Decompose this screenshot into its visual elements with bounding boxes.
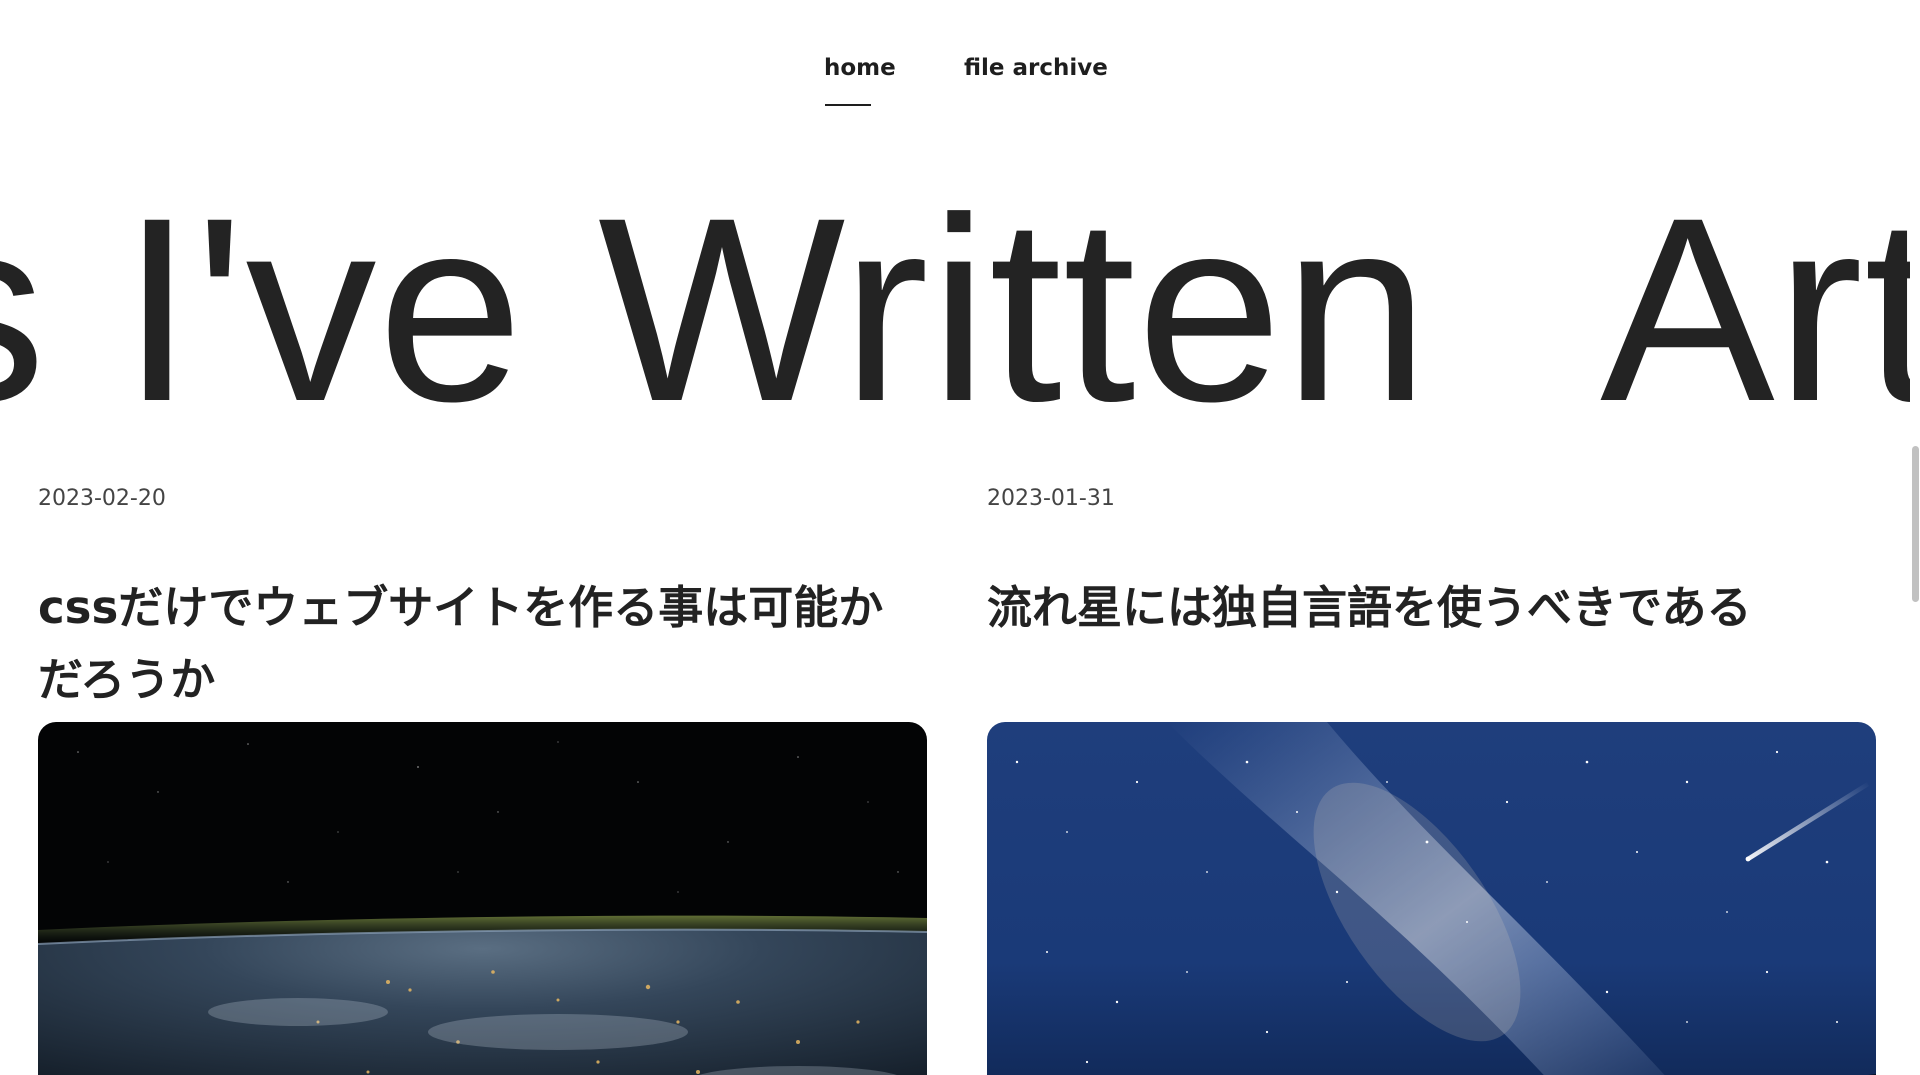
article-card[interactable]: 2023-01-31 流れ星には独自言語を使うべきである [987, 480, 1877, 1075]
top-nav: home file archive [0, 52, 1920, 112]
nav-home-link[interactable]: home [824, 52, 896, 84]
milky-way-image [987, 722, 1876, 1075]
article-title[interactable]: 流れ星には独自言語を使うべきである [987, 572, 1877, 644]
scrollbar-thumb[interactable] [1912, 446, 1919, 602]
article-thumbnail-earth[interactable] [38, 722, 927, 1075]
marquee-track: Articles I've Written Articles I've Writt… [0, 190, 1920, 430]
earth-night-image [38, 722, 927, 1075]
active-nav-indicator [825, 104, 871, 106]
article-card[interactable]: 2023-02-20 cssだけでウェブサイトを作る事は可能かだろうか [38, 480, 928, 1075]
article-date: 2023-02-20 [38, 486, 166, 511]
nav-file-archive-link[interactable]: file archive [964, 52, 1108, 84]
headline-marquee: Articles I've Written Articles I've Writt… [0, 190, 1920, 430]
marquee-text-repeat: Articles I've Written [1600, 190, 1920, 430]
marquee-text: Articles I've Written [0, 190, 1431, 430]
article-date: 2023-01-31 [987, 486, 1115, 511]
article-title[interactable]: cssだけでウェブサイトを作る事は可能かだろうか [38, 572, 928, 716]
article-thumbnail-milky-way[interactable] [987, 722, 1876, 1075]
article-list: 2023-02-20 cssだけでウェブサイトを作る事は可能かだろうか 2023… [38, 480, 1878, 1075]
page-scrollbar[interactable] [1910, 0, 1920, 1075]
page: home file archive Articles I've WrittenA… [0, 0, 1920, 1075]
